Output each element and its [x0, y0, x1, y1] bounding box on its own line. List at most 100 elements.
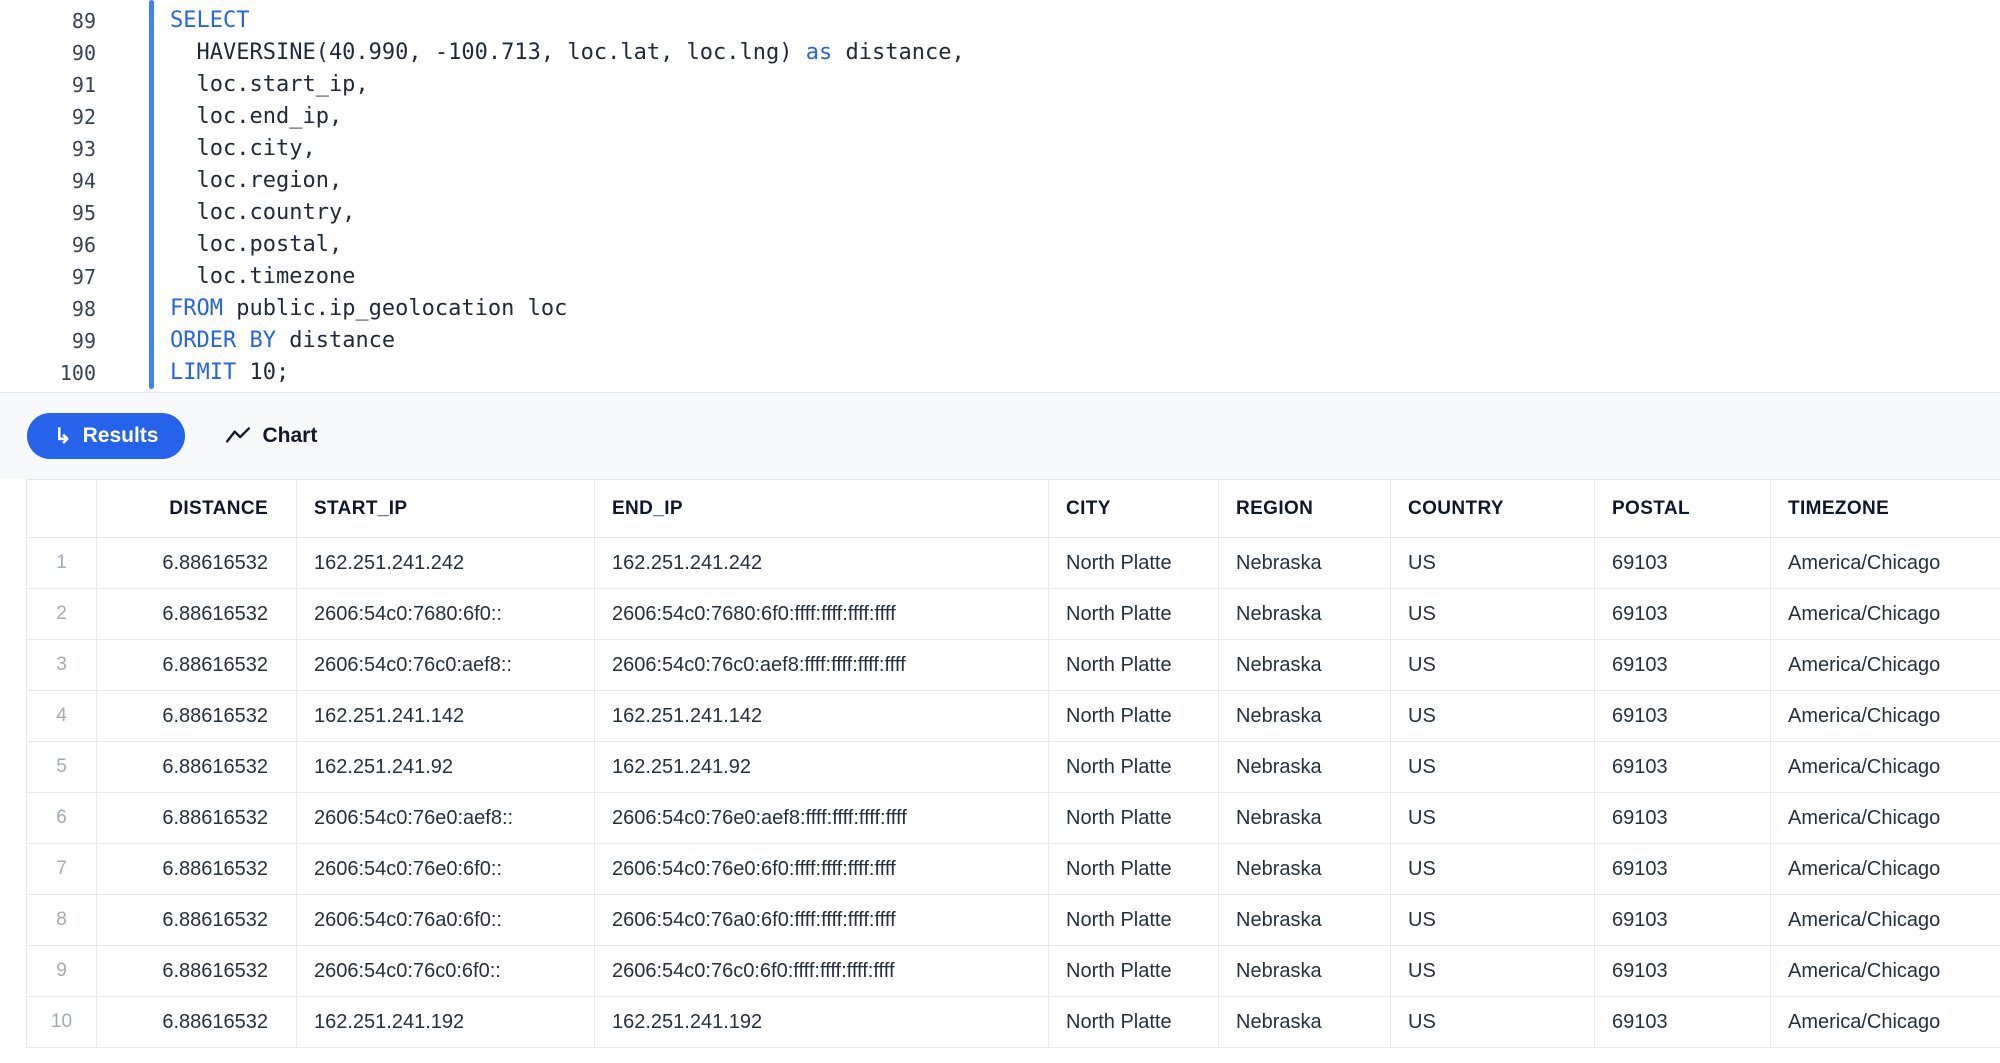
- cell-city[interactable]: North Platte: [1048, 792, 1219, 844]
- table-row[interactable]: 3 6.88616532 2606:54c0:76c0:aef8:: 2606:54c…: [26, 639, 2000, 691]
- cell-country[interactable]: US: [1390, 741, 1595, 793]
- table-row[interactable]: 2 6.88616532 2606:54c0:7680:6f0:: 2606:54c0…: [26, 588, 2000, 640]
- cell-timezone[interactable]: America/Chicago: [1770, 843, 2000, 895]
- code-line[interactable]: 94 loc.region,: [0, 165, 2000, 197]
- cell-timezone[interactable]: America/Chicago: [1770, 639, 2000, 691]
- cell-city[interactable]: North Platte: [1048, 843, 1219, 895]
- cell-postal[interactable]: 69103: [1594, 792, 1771, 844]
- cell-start_ip[interactable]: 162.251.241.242: [296, 537, 595, 589]
- cell-postal[interactable]: 69103: [1594, 843, 1771, 895]
- cell-country[interactable]: US: [1390, 996, 1595, 1048]
- cell-region[interactable]: Nebraska: [1218, 588, 1391, 640]
- cell-start_ip[interactable]: 2606:54c0:76c0:6f0::: [296, 945, 595, 997]
- table-row[interactable]: 6 6.88616532 2606:54c0:76e0:aef8:: 2606:54c…: [26, 792, 2000, 844]
- cell-end_ip[interactable]: 2606:54c0:76e0:6f0:ffff:ffff:ffff:ffff: [594, 843, 1049, 895]
- table-row[interactable]: 8 6.88616532 2606:54c0:76a0:6f0:: 2606:54c0…: [26, 894, 2000, 946]
- cell-start_ip[interactable]: 162.251.241.192: [296, 996, 595, 1048]
- cell-city[interactable]: North Platte: [1048, 894, 1219, 946]
- table-row[interactable]: 9 6.88616532 2606:54c0:76c0:6f0:: 2606:54c0…: [26, 945, 2000, 997]
- cell-distance[interactable]: 6.88616532: [96, 792, 297, 844]
- cell-region[interactable]: Nebraska: [1218, 690, 1391, 742]
- cell-city[interactable]: North Platte: [1048, 690, 1219, 742]
- cell-end_ip[interactable]: 2606:54c0:76e0:aef8:ffff:ffff:ffff:ffff: [594, 792, 1049, 844]
- cell-start_ip[interactable]: 2606:54c0:76a0:6f0::: [296, 894, 595, 946]
- cell-region[interactable]: Nebraska: [1218, 843, 1391, 895]
- cell-postal[interactable]: 69103: [1594, 996, 1771, 1048]
- code-line[interactable]: 93 loc.city,: [0, 133, 2000, 165]
- cell-distance[interactable]: 6.88616532: [96, 843, 297, 895]
- cell-distance[interactable]: 6.88616532: [96, 894, 297, 946]
- cell-timezone[interactable]: America/Chicago: [1770, 945, 2000, 997]
- cell-country[interactable]: US: [1390, 792, 1595, 844]
- cell-distance[interactable]: 6.88616532: [96, 690, 297, 742]
- cell-end_ip[interactable]: 162.251.241.192: [594, 996, 1049, 1048]
- cell-country[interactable]: US: [1390, 690, 1595, 742]
- table-row[interactable]: 4 6.88616532 162.251.241.142 162.251.241.14…: [26, 690, 2000, 742]
- cell-postal[interactable]: 69103: [1594, 639, 1771, 691]
- cell-city[interactable]: North Platte: [1048, 741, 1219, 793]
- cell-postal[interactable]: 69103: [1594, 741, 1771, 793]
- cell-start_ip[interactable]: 162.251.241.92: [296, 741, 595, 793]
- cell-end_ip[interactable]: 162.251.241.242: [594, 537, 1049, 589]
- code-line[interactable]: 90 HAVERSINE(40.990, -100.713, loc.lat, …: [0, 37, 2000, 69]
- code-line[interactable]: 89 SELECT: [0, 5, 2000, 37]
- cell-country[interactable]: US: [1390, 945, 1595, 997]
- table-row[interactable]: 5 6.88616532 162.251.241.92 162.251.241.92 N…: [26, 741, 2000, 793]
- cell-start_ip[interactable]: 2606:54c0:76e0:aef8::: [296, 792, 595, 844]
- code-line[interactable]: 99 ORDER BY distance: [0, 325, 2000, 357]
- cell-timezone[interactable]: America/Chicago: [1770, 537, 2000, 589]
- sql-editor[interactable]: 89 SELECT 90 HAVERSINE(40.990, -100.713, l…: [0, 0, 2000, 393]
- cell-country[interactable]: US: [1390, 639, 1595, 691]
- cell-end_ip[interactable]: 2606:54c0:7680:6f0:ffff:ffff:ffff:ffff: [594, 588, 1049, 640]
- cell-distance[interactable]: 6.88616532: [96, 639, 297, 691]
- code-line[interactable]: 100 LIMIT 10;: [0, 357, 2000, 389]
- cell-country[interactable]: US: [1390, 588, 1595, 640]
- cell-distance[interactable]: 6.88616532: [96, 588, 297, 640]
- cell-end_ip[interactable]: 2606:54c0:76c0:6f0:ffff:ffff:ffff:ffff: [594, 945, 1049, 997]
- code-line[interactable]: 95 loc.country,: [0, 197, 2000, 229]
- table-row[interactable]: 10 6.88616532 162.251.241.192 162.251.241.1…: [26, 996, 2000, 1048]
- cell-region[interactable]: Nebraska: [1218, 894, 1391, 946]
- cell-timezone[interactable]: America/Chicago: [1770, 792, 2000, 844]
- code-line[interactable]: 92 loc.end_ip,: [0, 101, 2000, 133]
- table-row[interactable]: 7 6.88616532 2606:54c0:76e0:6f0:: 2606:54c0…: [26, 843, 2000, 895]
- cell-start_ip[interactable]: 2606:54c0:7680:6f0::: [296, 588, 595, 640]
- cell-country[interactable]: US: [1390, 537, 1595, 589]
- cell-timezone[interactable]: America/Chicago: [1770, 996, 2000, 1048]
- cell-timezone[interactable]: America/Chicago: [1770, 588, 2000, 640]
- cell-distance[interactable]: 6.88616532: [96, 996, 297, 1048]
- cell-postal[interactable]: 69103: [1594, 945, 1771, 997]
- cell-timezone[interactable]: America/Chicago: [1770, 690, 2000, 742]
- table-row[interactable]: 1 6.88616532 162.251.241.242 162.251.241.24…: [26, 537, 2000, 589]
- code-line[interactable]: 96 loc.postal,: [0, 229, 2000, 261]
- cell-city[interactable]: North Platte: [1048, 588, 1219, 640]
- cell-region[interactable]: Nebraska: [1218, 537, 1391, 589]
- cell-end_ip[interactable]: 162.251.241.142: [594, 690, 1049, 742]
- cell-region[interactable]: Nebraska: [1218, 792, 1391, 844]
- cell-postal[interactable]: 69103: [1594, 894, 1771, 946]
- cell-country[interactable]: US: [1390, 843, 1595, 895]
- cell-postal[interactable]: 69103: [1594, 690, 1771, 742]
- cell-region[interactable]: Nebraska: [1218, 639, 1391, 691]
- cell-region[interactable]: Nebraska: [1218, 741, 1391, 793]
- cell-city[interactable]: North Platte: [1048, 996, 1219, 1048]
- cell-region[interactable]: Nebraska: [1218, 945, 1391, 997]
- cell-city[interactable]: North Platte: [1048, 537, 1219, 589]
- cell-postal[interactable]: 69103: [1594, 537, 1771, 589]
- code-line[interactable]: 98 FROM public.ip_geolocation loc: [0, 293, 2000, 325]
- cell-start_ip[interactable]: 2606:54c0:76c0:aef8::: [296, 639, 595, 691]
- cell-start_ip[interactable]: 2606:54c0:76e0:6f0::: [296, 843, 595, 895]
- code-line[interactable]: 91 loc.start_ip,: [0, 69, 2000, 101]
- cell-postal[interactable]: 69103: [1594, 588, 1771, 640]
- cell-region[interactable]: Nebraska: [1218, 996, 1391, 1048]
- cell-end_ip[interactable]: 2606:54c0:76c0:aef8:ffff:ffff:ffff:ffff: [594, 639, 1049, 691]
- cell-city[interactable]: North Platte: [1048, 639, 1219, 691]
- cell-end_ip[interactable]: 2606:54c0:76a0:6f0:ffff:ffff:ffff:ffff: [594, 894, 1049, 946]
- chart-tab[interactable]: Chart: [225, 423, 317, 449]
- cell-end_ip[interactable]: 162.251.241.92: [594, 741, 1049, 793]
- code-line[interactable]: 97 loc.timezone: [0, 261, 2000, 293]
- cell-country[interactable]: US: [1390, 894, 1595, 946]
- cell-timezone[interactable]: America/Chicago: [1770, 741, 2000, 793]
- cell-city[interactable]: North Platte: [1048, 945, 1219, 997]
- cell-distance[interactable]: 6.88616532: [96, 945, 297, 997]
